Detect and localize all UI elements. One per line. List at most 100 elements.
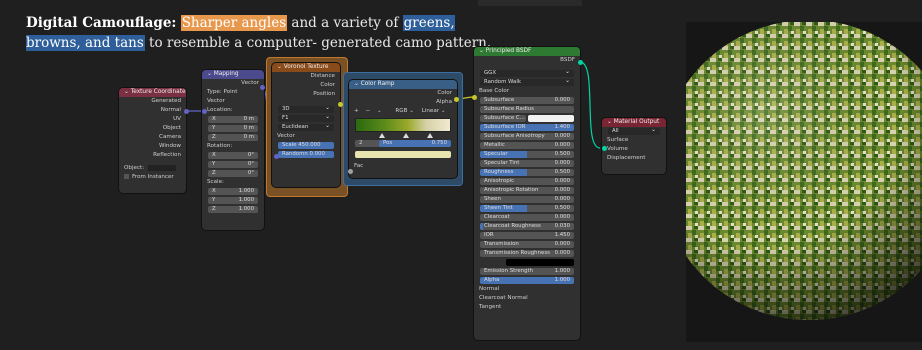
node-editor[interactable]: Digital Camouflage: Sharper angles and a… <box>0 0 922 350</box>
principled-bsdf-node[interactable]: ⌄ Principled BSDF BSDF GGX Random Walk B… <box>474 47 580 340</box>
bsdf-specular-row[interactable]: Specular 0.500 <box>474 150 580 159</box>
bsdf-metallic-row[interactable]: Metallic 0.000 <box>474 141 580 150</box>
voronoi-feature-select[interactable]: F1 <box>278 113 334 122</box>
interpolation-select[interactable]: Linear <box>422 108 439 114</box>
color-ramp-toolbar[interactable]: + − ⌄ RGB ⌄ Linear ⌄ <box>349 107 457 117</box>
bsdf-clearcoat-field[interactable]: Clearcoat 0.000 <box>480 214 574 221</box>
material-preview-panel[interactable] <box>659 20 922 342</box>
bsdf-emission-field[interactable] <box>506 259 574 266</box>
from-instancer-checkbox[interactable] <box>124 174 129 179</box>
mapping-rot-y-row[interactable]: Y 0° <box>202 160 264 169</box>
principled-bsdf-header[interactable]: ⌄ Principled BSDF <box>474 47 580 56</box>
ramp-color-socket[interactable] <box>453 96 459 102</box>
mapping-scl-z-field[interactable]: Z 1.000 <box>208 206 258 213</box>
bsdf-emission-strength-field[interactable]: Emission Strength 1.000 <box>480 268 574 275</box>
bsdf-subsurface-ior-field[interactable]: Subsurface IOR 1.400 <box>480 124 574 131</box>
mapping-header[interactable]: ⌄ Mapping <box>202 70 264 79</box>
mapping-loc-y-row[interactable]: Y 0 m <box>202 124 264 133</box>
mapping-loc-z-field[interactable]: Z 0 m <box>208 134 258 141</box>
color-ramp-stop-row[interactable]: 2 Pos 0.750 <box>349 139 457 149</box>
chevron-down-icon[interactable]: ⌄ <box>377 108 382 114</box>
ramp-stop-handle[interactable] <box>403 133 409 138</box>
mapping-scl-y-field[interactable]: Y 1.000 <box>208 197 258 204</box>
bsdf-anisotropic-rotation-row[interactable]: Anisotropic Rotation 0.000 <box>474 186 580 195</box>
mapping-rot-x-field[interactable]: X 0° <box>208 152 258 159</box>
bsdf-subsurface-radius-row[interactable]: Subsurface Radius <box>474 105 580 114</box>
mapping-scl-y-row[interactable]: Y 1.000 <box>202 196 264 205</box>
mapping-loc-y-field[interactable]: Y 0 m <box>208 125 258 132</box>
bsdf-subsurface-anisotropy-field[interactable]: Subsurface Anisotropy 0.000 <box>480 133 574 140</box>
bsdf-base-color-socket[interactable] <box>471 94 477 100</box>
voronoi-scale-row[interactable]: Scale 450.000 <box>272 141 340 150</box>
mapping-node[interactable]: ⌄ Mapping Vector Type: Point Vector Loca… <box>202 70 264 230</box>
bsdf-sss-row[interactable]: Random Walk <box>474 77 580 87</box>
mapping-rot-x-row[interactable]: X 0° <box>202 151 264 160</box>
voronoi-texture-node[interactable]: ⌄ Voronoi Texture Distance Color Positio… <box>272 63 340 187</box>
bsdf-subsurface-radius-field[interactable]: Subsurface Radius <box>480 106 574 113</box>
mapping-vector-in-socket[interactable] <box>201 108 207 114</box>
voronoi-metric-row[interactable]: Euclidean <box>272 122 340 132</box>
color-mode-select[interactable]: RGB <box>395 108 407 114</box>
bsdf-specular-field[interactable]: Specular 0.500 <box>480 151 574 158</box>
stop-position-field[interactable]: Pos 0.750 <box>379 140 451 147</box>
texcoord-uv-socket[interactable] <box>183 108 189 114</box>
bsdf-transmission-roughness-row[interactable]: Transmission Roughness 0.000 <box>474 249 580 258</box>
color-ramp-node[interactable]: ⌄ Color Ramp Color Alpha + − ⌄ RGB ⌄ Lin… <box>349 80 457 178</box>
bsdf-anisotropic-row[interactable]: Anisotropic 0.000 <box>474 177 580 186</box>
from-instancer-row[interactable]: From Instancer <box>119 173 186 182</box>
bsdf-sheen-field[interactable]: Sheen 0.000 <box>480 196 574 203</box>
bsdf-clearcoat-row[interactable]: Clearcoat 0.000 <box>474 213 580 222</box>
bsdf-distribution-select[interactable]: GGX <box>480 68 574 77</box>
bsdf-clearcoat-roughness-row[interactable]: Clearcoat Roughness 0.030 <box>474 222 580 231</box>
ramp-stop-handle[interactable] <box>427 133 433 138</box>
bsdf-subsurface-row[interactable]: Subsurface 0.000 <box>474 96 580 105</box>
bsdf-emission-row[interactable]: Emission <box>474 258 580 267</box>
bsdf-specular-tint-row[interactable]: Specular Tint 0.000 <box>474 159 580 168</box>
bsdf-roughness-row[interactable]: Roughness 0.500 <box>474 168 580 177</box>
mapping-vector-out-socket[interactable] <box>259 84 265 90</box>
voronoi-header[interactable]: ⌄ Voronoi Texture <box>272 63 340 72</box>
bsdf-transmission-row[interactable]: Transmission 0.000 <box>474 240 580 249</box>
mapping-rot-z-field[interactable]: Z 0° <box>208 170 258 177</box>
texture-coordinate-header[interactable]: ⌄ Texture Coordinate <box>119 88 186 97</box>
mapping-rot-y-field[interactable]: Y 0° <box>208 161 258 168</box>
object-field[interactable] <box>147 164 176 171</box>
bsdf-sheen-tint-row[interactable]: Sheen Tint 0.500 <box>474 204 580 213</box>
mapping-scl-x-field[interactable]: X 1.000 <box>208 188 258 195</box>
voronoi-color-socket[interactable] <box>337 101 343 107</box>
ramp-stop-handle[interactable] <box>379 133 385 138</box>
mapping-type-value[interactable]: Point <box>224 89 238 95</box>
bsdf-sheen-row[interactable]: Sheen 0.000 <box>474 195 580 204</box>
voronoi-randomness-field[interactable]: Randomn 0.000 <box>278 151 334 158</box>
bsdf-alpha-row[interactable]: Alpha 1.000 <box>474 276 580 285</box>
add-stop-icon[interactable]: + <box>354 108 359 114</box>
color-ramp-gradient[interactable] <box>355 118 451 132</box>
bsdf-subsurface-ior-row[interactable]: Subsurface IOR 1.400 <box>474 123 580 132</box>
color-ramp-header[interactable]: ⌄ Color Ramp <box>349 80 457 89</box>
bsdf-transmission-roughness-field[interactable]: Transmission Roughness 0.000 <box>480 250 574 257</box>
remove-stop-icon[interactable]: − <box>365 108 370 114</box>
bsdf-subsurface-c-field[interactable]: Subsurface C... <box>480 115 526 122</box>
bsdf-specular-tint-field[interactable]: Specular Tint 0.000 <box>480 160 574 167</box>
bsdf-alpha-field[interactable]: Alpha 1.000 <box>480 277 574 284</box>
voronoi-dimension-select[interactable]: 3D <box>278 104 334 113</box>
bsdf-anisotropic-rotation-field[interactable]: Anisotropic Rotation 0.000 <box>480 187 574 194</box>
bsdf-subsurface-color-swatch[interactable] <box>528 115 574 122</box>
bsdf-ior-row[interactable]: IOR 1.450 <box>474 231 580 240</box>
material-output-target-row[interactable]: All <box>602 126 666 136</box>
mapping-scl-x-row[interactable]: X 1.000 <box>202 187 264 196</box>
material-output-header[interactable]: ⌄ Material Output <box>602 118 666 127</box>
bsdf-roughness-field[interactable]: Roughness 0.500 <box>480 169 574 176</box>
mapping-type-row[interactable]: Type: Point <box>202 88 264 97</box>
ramp-fac-socket[interactable] <box>347 168 353 174</box>
bsdf-out-socket[interactable] <box>577 59 583 65</box>
output-surface-socket[interactable] <box>601 145 607 151</box>
mapping-loc-x-row[interactable]: X 0 m <box>202 115 264 124</box>
bsdf-anisotropic-field[interactable]: Anisotropic 0.000 <box>480 178 574 185</box>
stop-index-field[interactable]: 2 <box>355 140 381 147</box>
material-output-node[interactable]: ⌄ Material Output All Surface Volume Dis… <box>602 118 666 174</box>
mapping-rot-z-row[interactable]: Z 0° <box>202 169 264 178</box>
bsdf-ior-field[interactable]: IOR 1.450 <box>480 232 574 239</box>
object-picker-row[interactable]: Object: <box>119 164 186 173</box>
mapping-loc-z-row[interactable]: Z 0 m <box>202 133 264 142</box>
